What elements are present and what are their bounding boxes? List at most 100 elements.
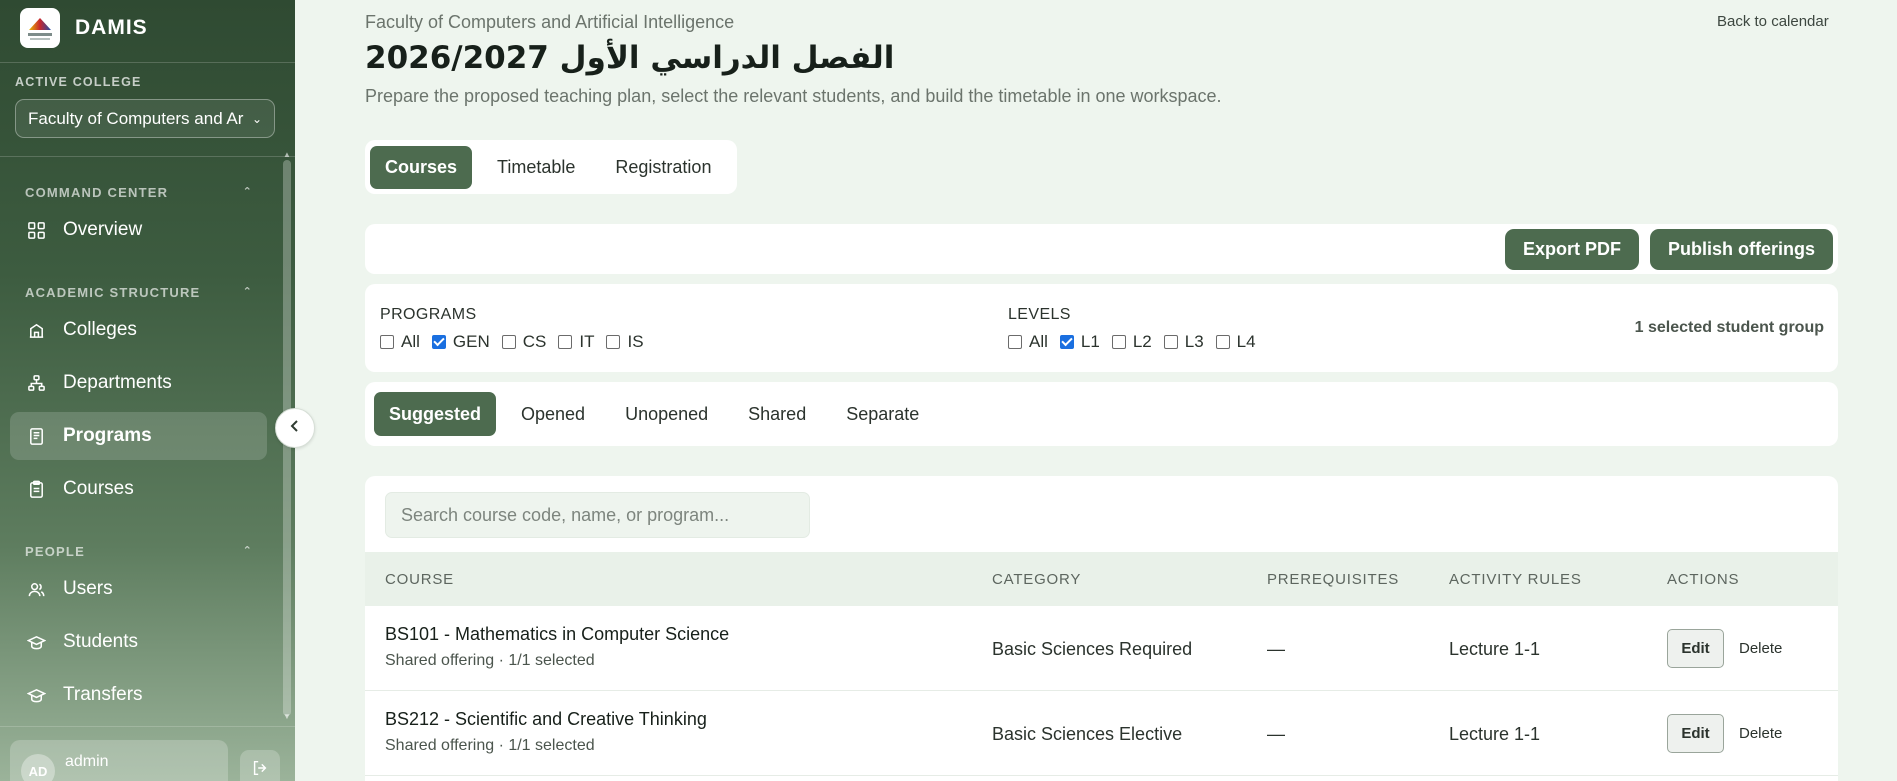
scroll-up-arrow[interactable]: ▲: [283, 150, 291, 159]
checkbox-label: L1: [1080, 332, 1100, 351]
sidebar-item-label: Departments: [63, 372, 172, 393]
avatar: AD: [21, 754, 55, 781]
tab-timetable[interactable]: Timetable: [482, 146, 590, 189]
programs-label: PROGRAMS: [380, 306, 477, 323]
search-input[interactable]: [385, 492, 810, 538]
breadcrumb[interactable]: Faculty of Computers and Artificial Inte…: [365, 12, 734, 33]
sidebar-item-overview[interactable]: Overview: [10, 206, 267, 254]
selected-student-group-count: 1 selected student group: [1634, 319, 1824, 336]
building-icon: [26, 320, 46, 340]
hierarchy-icon: [26, 373, 46, 393]
sidebar-divider: [0, 726, 295, 727]
tab-separate[interactable]: Separate: [831, 392, 934, 436]
course-category: Basic Sciences Elective: [992, 724, 1183, 744]
sidebar-item-label: Users: [63, 578, 113, 599]
action-panel: Export PDF Publish offerings: [365, 224, 1838, 274]
program-checkbox-all[interactable]: All: [380, 332, 420, 352]
checkbox-label: CS: [522, 332, 547, 351]
checkbox[interactable]: [1215, 335, 1230, 349]
sidebar-divider: [0, 156, 295, 157]
sidebar-divider: [0, 62, 295, 63]
college-select[interactable]: Faculty of Computers and Ar ⌄: [15, 99, 275, 138]
main-tabs: Courses Timetable Registration: [365, 140, 737, 194]
logout-icon: [251, 759, 269, 781]
group-head-academic-structure[interactable]: ACADEMIC STRUCTURE ⌃: [25, 285, 253, 300]
sidebar-item-label: Transfers: [63, 684, 143, 705]
sidebar-item-colleges[interactable]: Colleges: [10, 306, 267, 354]
tab-shared[interactable]: Shared: [733, 392, 821, 436]
collapse-sidebar-button[interactable]: [275, 408, 315, 448]
logout-button[interactable]: [240, 750, 280, 781]
back-to-calendar-link[interactable]: Back to calendar: [1717, 13, 1829, 30]
level-checkbox-l1[interactable]: L1: [1059, 332, 1100, 352]
page-title: الفصل الدراسي الأول 2026/2027: [365, 40, 895, 76]
export-pdf-button[interactable]: Export PDF: [1505, 229, 1639, 270]
program-checkbox-it[interactable]: IT: [558, 332, 594, 352]
table-header: COURSE CATEGORY PREREQUISITES ACTIVITY R…: [365, 552, 1838, 606]
course-name: BS101 - Mathematics in Computer Science: [385, 624, 730, 644]
sidebar-item-users[interactable]: Users: [10, 565, 267, 613]
group-label: ACADEMIC STRUCTURE: [25, 285, 201, 300]
checkbox-label: L4: [1236, 332, 1256, 351]
sidebar-item-label: Overview: [63, 219, 143, 240]
course-prerequisites: —: [1267, 724, 1285, 744]
checkbox-label: L3: [1184, 332, 1204, 351]
checkbox[interactable]: [606, 335, 621, 349]
program-checkbox-gen[interactable]: GEN: [431, 332, 490, 352]
page-subtitle: Prepare the proposed teaching plan, sele…: [365, 86, 1222, 106]
tab-registration[interactable]: Registration: [600, 146, 726, 189]
book-icon: [26, 426, 46, 446]
scroll-down-arrow[interactable]: ▼: [283, 712, 291, 721]
checkbox[interactable]: [1059, 335, 1074, 349]
users-icon: [26, 579, 46, 599]
sidebar-item-courses[interactable]: Courses: [10, 465, 267, 513]
course-offering-meta: Shared offering · 1/1 selected: [385, 737, 595, 754]
sidebar-item-departments[interactable]: Departments: [10, 359, 267, 407]
tab-suggested[interactable]: Suggested: [374, 392, 497, 436]
course-category: Basic Sciences Required: [992, 639, 1193, 659]
checkbox[interactable]: [558, 335, 573, 349]
level-checkbox-l2[interactable]: L2: [1111, 332, 1152, 352]
active-college-label: ACTIVE COLLEGE: [15, 75, 142, 89]
group-label: PEOPLE: [25, 544, 85, 559]
brand[interactable]: DAMIS: [20, 7, 148, 49]
tab-opened[interactable]: Opened: [506, 392, 600, 436]
filter-panel: PROGRAMS All GEN CS IT IS LEVELS All L1 …: [365, 284, 1838, 372]
brand-name: DAMIS: [75, 16, 148, 39]
level-checkbox-l4[interactable]: L4: [1215, 332, 1256, 352]
checkbox[interactable]: [1163, 335, 1178, 349]
program-checkbox-cs[interactable]: CS: [501, 332, 547, 352]
tab-courses[interactable]: Courses: [370, 145, 473, 189]
clipboard-icon: [26, 479, 46, 499]
checkbox-label: IS: [627, 332, 644, 351]
group-head-command-center[interactable]: COMMAND CENTER ⌃: [25, 185, 253, 200]
level-checkbox-all[interactable]: All: [1008, 332, 1048, 352]
checkbox[interactable]: [1111, 335, 1126, 349]
group-head-people[interactable]: PEOPLE ⌃: [25, 544, 253, 559]
checkbox[interactable]: [431, 335, 446, 349]
offering-filter-tabs: Suggested Opened Unopened Shared Separat…: [365, 382, 1838, 446]
sidebar-item-programs[interactable]: Programs: [10, 412, 267, 460]
publish-offerings-button[interactable]: Publish offerings: [1650, 229, 1833, 270]
sidebar-item-transfers[interactable]: Transfers: [10, 671, 267, 719]
chevron-down-icon: ⌄: [251, 111, 262, 126]
course-activity-rules: Lecture 1-1: [1449, 639, 1541, 659]
checkbox[interactable]: [501, 335, 516, 349]
level-checkbox-l3[interactable]: L3: [1163, 332, 1204, 352]
sidebar-item-label: Students: [63, 631, 138, 652]
tab-unopened[interactable]: Unopened: [610, 392, 723, 436]
checkbox[interactable]: [380, 335, 394, 349]
delete-button[interactable]: Delete: [1739, 725, 1782, 742]
course-name: BS212 - Scientific and Creative Thinking: [385, 709, 707, 729]
programs-checkboxes: All GEN CS IT IS: [380, 332, 656, 352]
edit-button[interactable]: Edit: [1667, 629, 1724, 668]
graduation-cap-icon: [26, 685, 46, 705]
column-header-actions: ACTIONS: [1667, 571, 1740, 588]
graduation-cap-icon: [26, 632, 46, 652]
edit-button[interactable]: Edit: [1667, 714, 1724, 753]
checkbox[interactable]: [1008, 335, 1022, 349]
user-card[interactable]: AD admin: [10, 740, 228, 781]
sidebar-item-students[interactable]: Students: [10, 618, 267, 666]
delete-button[interactable]: Delete: [1739, 640, 1782, 657]
program-checkbox-is[interactable]: IS: [606, 332, 644, 352]
